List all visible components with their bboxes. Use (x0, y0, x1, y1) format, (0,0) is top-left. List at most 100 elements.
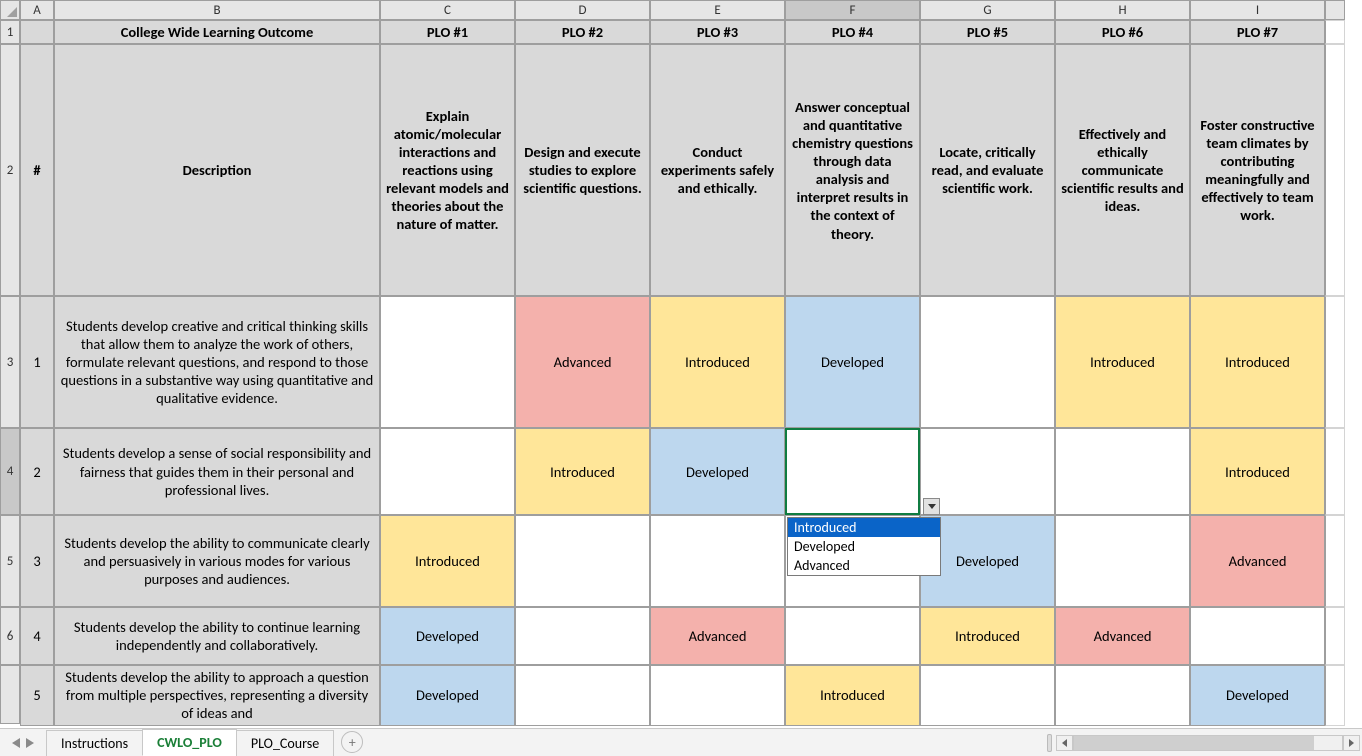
tab-instructions[interactable]: Instructions (46, 730, 143, 756)
validation-dropdown-list[interactable]: Introduced Developed Advanced (787, 517, 941, 576)
cell-D7[interactable] (515, 665, 650, 725)
cell-F6[interactable] (785, 607, 920, 665)
cell-E5[interactable] (650, 515, 785, 607)
horizontal-scroll (1047, 729, 1362, 756)
cell-E3[interactable]: Introduced (650, 296, 785, 428)
row-header-2[interactable]: 2 (0, 44, 20, 296)
cell-C5[interactable]: Introduced (380, 515, 515, 607)
cell-B6[interactable]: Students develop the ability to continue… (54, 607, 380, 665)
row-header-6[interactable]: 6 (0, 607, 20, 665)
col-header-B[interactable]: B (54, 0, 380, 20)
scroll-left-button[interactable] (1056, 735, 1073, 751)
cell-F4[interactable] (785, 428, 920, 515)
cell-edge-7 (1325, 665, 1345, 725)
scroll-right-button[interactable] (1343, 735, 1360, 751)
tab-next-icon[interactable] (26, 738, 34, 748)
cell-E4[interactable]: Developed (650, 428, 785, 515)
col-header-D[interactable]: D (515, 0, 650, 20)
cell-G4[interactable] (920, 428, 1055, 515)
cell-B7[interactable]: Students develop the ability to approach… (54, 665, 380, 725)
cell-H5[interactable] (1055, 515, 1190, 607)
cell-F7[interactable]: Introduced (785, 665, 920, 725)
cell-F3[interactable]: Developed (785, 296, 920, 428)
row-header-3[interactable]: 3 (0, 296, 20, 428)
dropdown-option-introduced[interactable]: Introduced (788, 518, 940, 537)
cell-G3[interactable] (920, 296, 1055, 428)
cell-C7[interactable]: Developed (380, 665, 515, 725)
cell-E6[interactable]: Advanced (650, 607, 785, 665)
cell-F1[interactable]: PLO #4 (785, 20, 920, 44)
cell-G6[interactable]: Introduced (920, 607, 1055, 665)
col-header-H[interactable]: H (1055, 0, 1190, 20)
cell-B4[interactable]: Students develop a sense of social respo… (54, 428, 380, 515)
cell-G2[interactable]: Locate, critically read, and evaluate sc… (920, 44, 1055, 296)
cell-A7[interactable]: 5 (20, 665, 54, 725)
cell-D3[interactable]: Advanced (515, 296, 650, 428)
cell-E1[interactable]: PLO #3 (650, 20, 785, 44)
cell-A6[interactable]: 4 (20, 607, 54, 665)
grid: A B C D E F G H I 1 College Wide Learnin… (0, 0, 1362, 726)
row-header-7[interactable] (0, 665, 20, 724)
col-header-E[interactable]: E (650, 0, 785, 20)
scroll-track[interactable] (1073, 735, 1343, 751)
cell-C4[interactable] (380, 428, 515, 515)
cell-H2[interactable]: Effectively and ethically communicate sc… (1055, 44, 1190, 296)
cell-A3[interactable]: 1 (20, 296, 54, 428)
tab-plo-course[interactable]: PLO_Course (236, 730, 334, 756)
cell-B3[interactable]: Students develop creative and critical t… (54, 296, 380, 428)
cell-D6[interactable] (515, 607, 650, 665)
cell-I5[interactable]: Advanced (1190, 515, 1325, 607)
tab-nav (0, 729, 46, 756)
cell-D1[interactable]: PLO #2 (515, 20, 650, 44)
cell-D4[interactable]: Introduced (515, 428, 650, 515)
cell-F2[interactable]: Answer conceptual and quantitative chemi… (785, 44, 920, 296)
col-header-I[interactable]: I (1190, 0, 1325, 20)
cell-C2[interactable]: Explain atomic/molecular interactions an… (380, 44, 515, 296)
cell-E7[interactable] (650, 665, 785, 725)
dropdown-option-developed[interactable]: Developed (788, 537, 940, 556)
cell-I7[interactable]: Developed (1190, 665, 1325, 725)
cell-H1[interactable]: PLO #6 (1055, 20, 1190, 44)
tab-prev-icon[interactable] (12, 738, 20, 748)
cell-I6[interactable] (1190, 607, 1325, 665)
spreadsheet-area: A B C D E F G H I 1 College Wide Learnin… (0, 0, 1362, 756)
tab-cwlo-plo[interactable]: CWLO_PLO (142, 729, 237, 756)
cell-H6[interactable]: Advanced (1055, 607, 1190, 665)
row-header-1[interactable]: 1 (0, 20, 20, 44)
cell-I1[interactable]: PLO #7 (1190, 20, 1325, 44)
cell-B2[interactable]: Description (54, 44, 380, 296)
col-header-F[interactable]: F (785, 0, 920, 20)
cell-C6[interactable]: Developed (380, 607, 515, 665)
cell-G1[interactable]: PLO #5 (920, 20, 1055, 44)
add-sheet-button[interactable]: + (341, 731, 363, 753)
cell-D5[interactable] (515, 515, 650, 607)
cell-edge-2 (1325, 44, 1345, 296)
cell-A1[interactable] (20, 20, 54, 44)
select-all-corner[interactable] (0, 0, 20, 20)
col-header-G[interactable]: G (920, 0, 1055, 20)
cell-E2[interactable]: Conduct experiments safely and ethically… (650, 44, 785, 296)
cell-A5[interactable]: 3 (20, 515, 54, 607)
cell-D2[interactable]: Design and execute studies to explore sc… (515, 44, 650, 296)
col-header-A[interactable]: A (20, 0, 54, 20)
cell-G7[interactable] (920, 665, 1055, 725)
cell-B1[interactable]: College Wide Learning Outcome (54, 20, 380, 44)
cell-H7[interactable] (1055, 665, 1190, 725)
cell-H3[interactable]: Introduced (1055, 296, 1190, 428)
cell-I3[interactable]: Introduced (1190, 296, 1325, 428)
cell-B5[interactable]: Students develop the ability to communic… (54, 515, 380, 607)
row-header-5[interactable]: 5 (0, 515, 20, 607)
cell-H4[interactable] (1055, 428, 1190, 515)
scroll-split-handle[interactable] (1047, 734, 1052, 752)
cell-C1[interactable]: PLO #1 (380, 20, 515, 44)
row-header-4[interactable]: 4 (0, 428, 20, 515)
validation-dropdown-button[interactable] (923, 498, 940, 515)
cell-A2[interactable]: # (20, 44, 54, 296)
cell-A4[interactable]: 2 (20, 428, 54, 515)
cell-I2[interactable]: Foster constructive team climates by con… (1190, 44, 1325, 296)
dropdown-option-advanced[interactable]: Advanced (788, 556, 940, 575)
cell-C3[interactable] (380, 296, 515, 428)
col-header-C[interactable]: C (380, 0, 515, 20)
scroll-thumb[interactable] (1074, 736, 1314, 750)
cell-I4[interactable]: Introduced (1190, 428, 1325, 515)
